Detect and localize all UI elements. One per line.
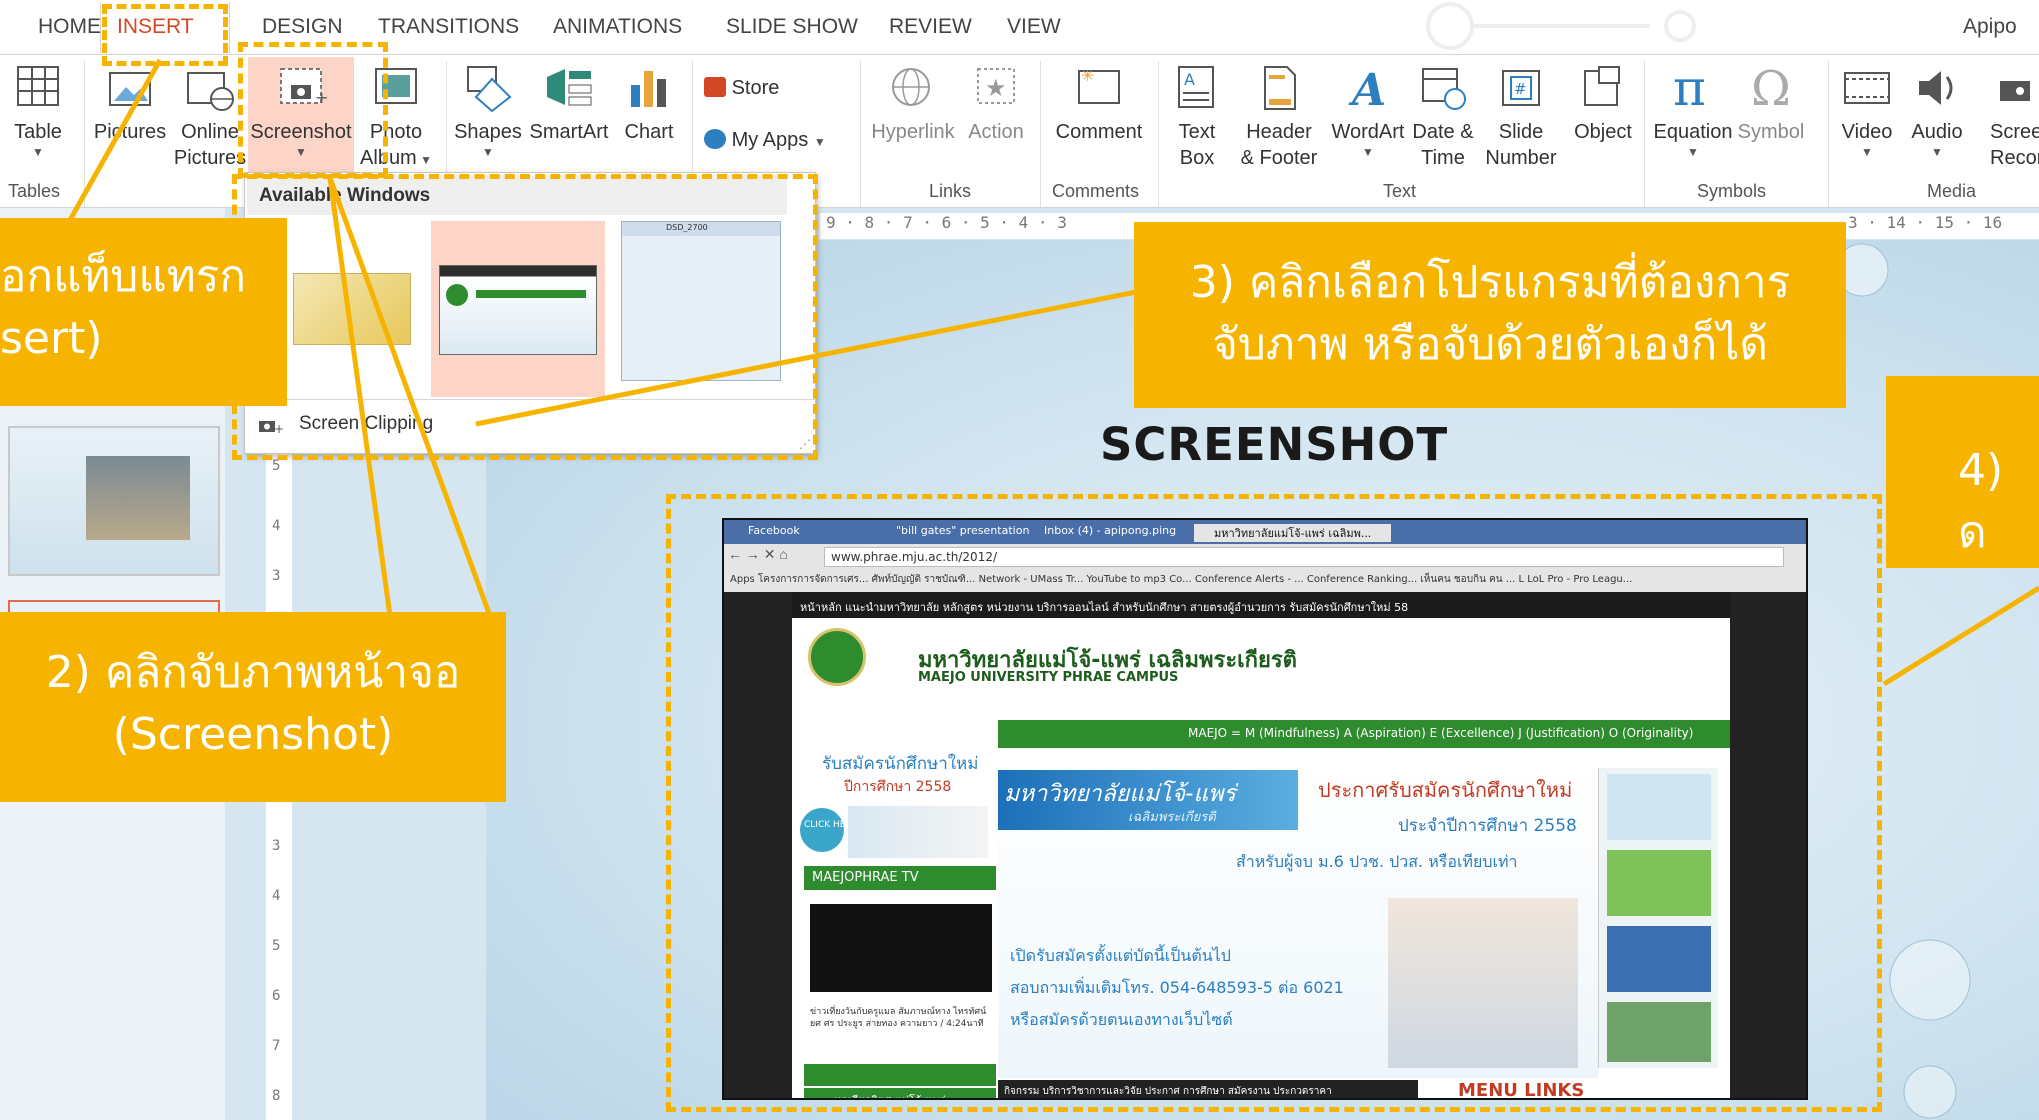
callout-step-2: 2) คลิกจับภาพหน้าจอ (Screenshot) — [0, 612, 506, 802]
callout-connectors — [67, 58, 2039, 687]
callout-2-line-1: 2) คลิกจับภาพหน้าจอ — [45, 647, 461, 698]
callout-3-line-2: จับภาพ หรือจับด้วยตัวเองก็ได้ — [1212, 319, 1768, 370]
callout-4-line-1: 4) ด — [1958, 445, 2004, 558]
callout-step-3: 3) คลิกเลือกโปรแกรมที่ต้องการ จับภาพ หรื… — [1134, 222, 1846, 408]
callout-1-line-1: อกแท็บแทรก — [0, 251, 246, 302]
callout-1-line-2: sert) — [0, 313, 103, 364]
callout-step-1: อกแท็บแทรก sert) — [0, 218, 287, 406]
callout-step-4: 4) ด — [1886, 376, 2039, 568]
callout-2-line-2: (Screenshot) — [112, 709, 394, 760]
callout-3-line-1: 3) คลิกเลือกโปรแกรมที่ต้องการ — [1189, 257, 1791, 308]
